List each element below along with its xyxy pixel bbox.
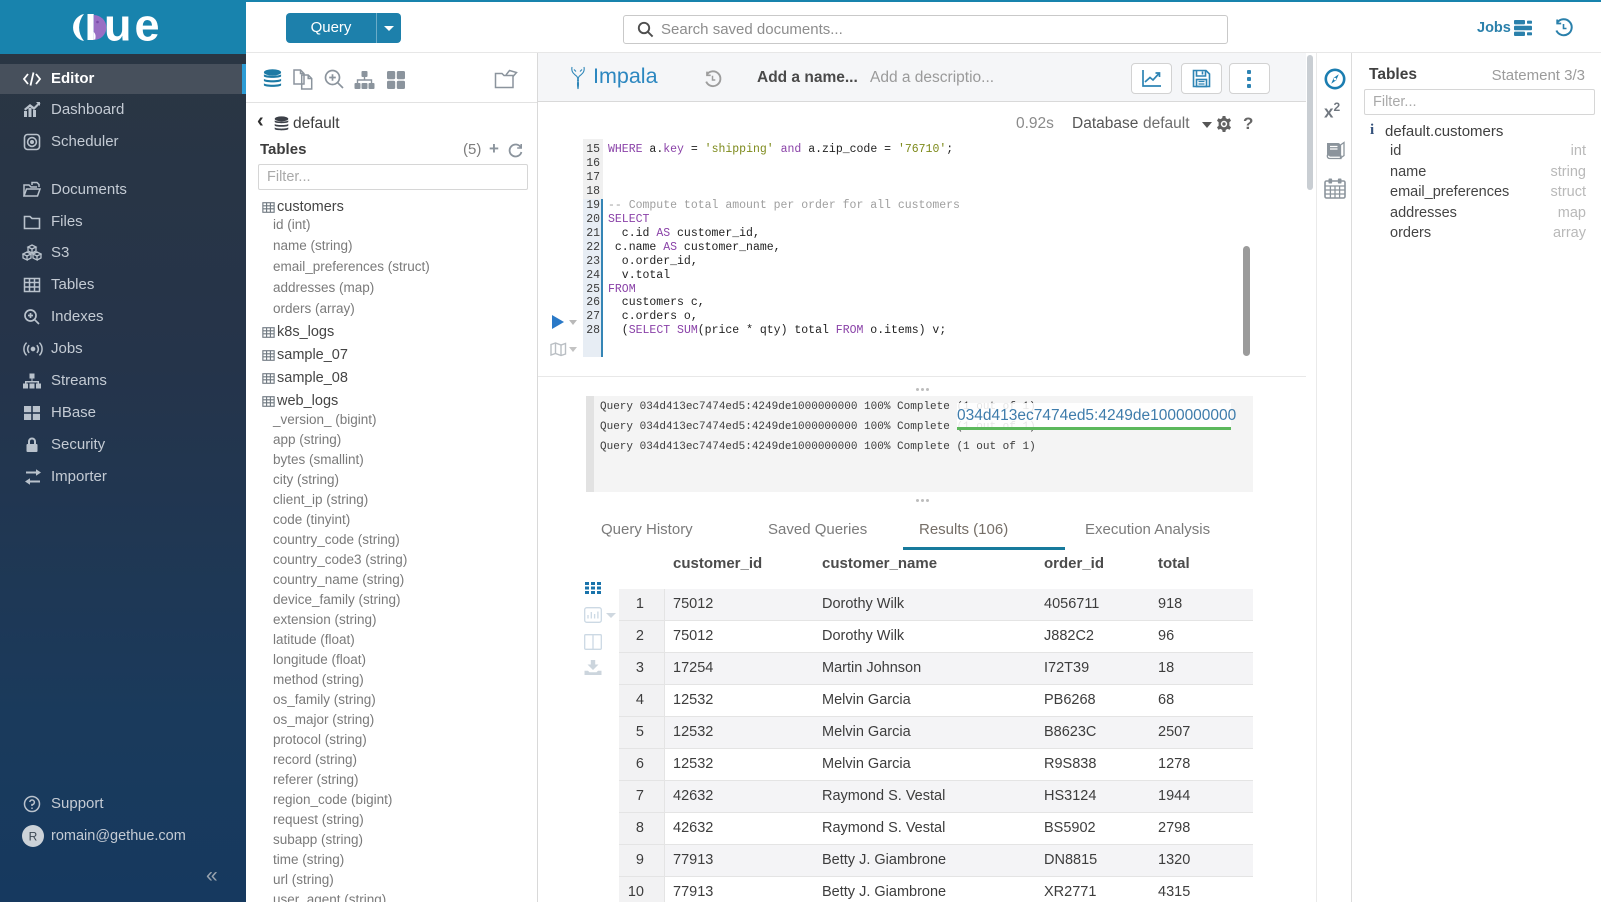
- svg-text:R: R: [29, 830, 38, 844]
- svg-text:ue: ue: [104, 12, 163, 42]
